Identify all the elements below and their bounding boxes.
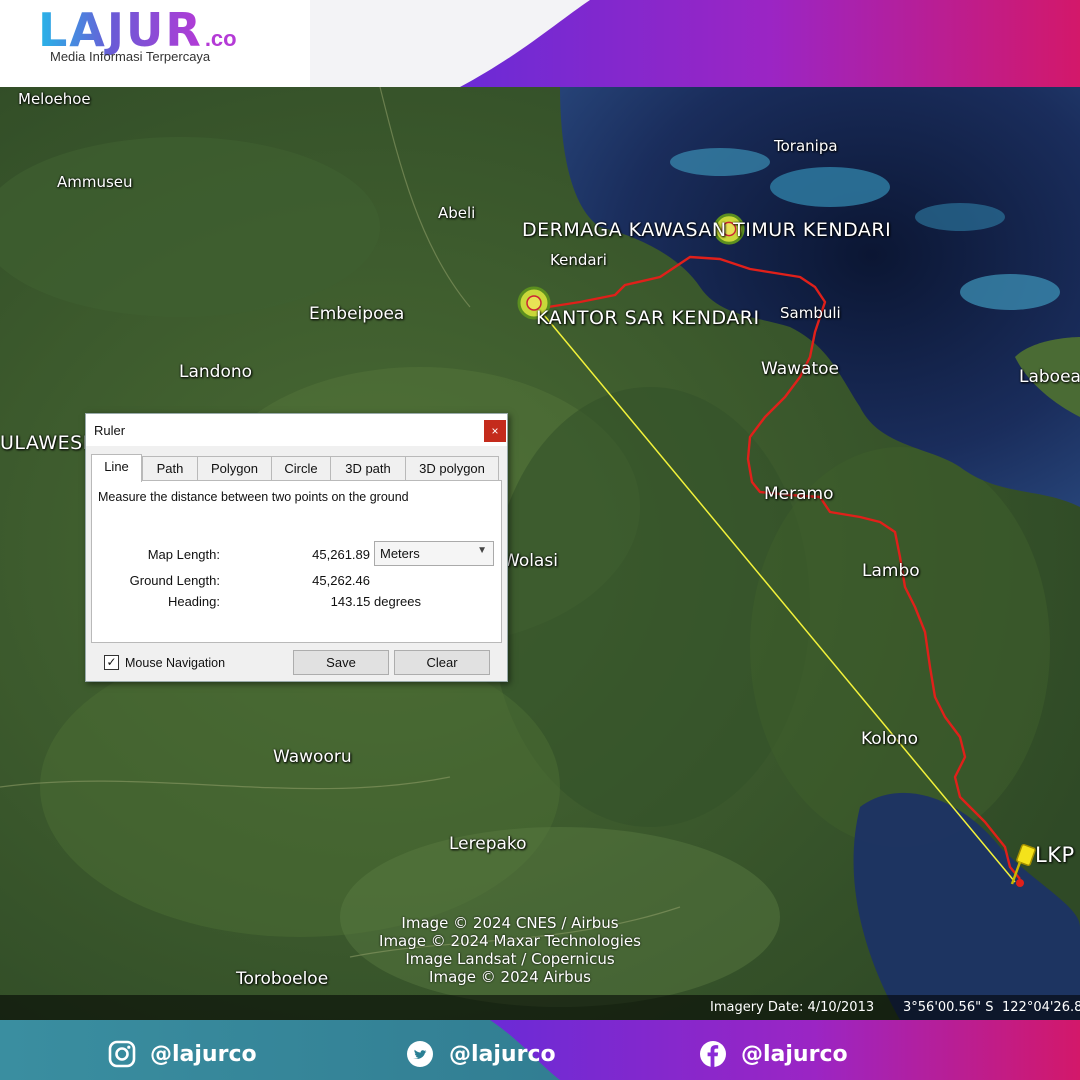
credit-line: Image © 2024 CNES / Airbus xyxy=(401,914,619,932)
map-status-bar: Imagery Date: 4/10/2013 3°56'00.56" S 12… xyxy=(0,995,1080,1020)
place-dermaga-kawasan-timur-kendari: DERMAGA KAWASAN TIMUR KENDARI xyxy=(522,219,892,241)
satellite-map[interactable]: Meloehoe Ammuseu Abeli Toranipa DERMAGA … xyxy=(0,87,1080,1020)
ground-length-label: Ground Length: xyxy=(129,573,220,588)
place-lambo: Lambo xyxy=(862,561,920,581)
instagram-icon xyxy=(108,1040,136,1068)
clear-button[interactable]: Clear xyxy=(394,650,490,675)
ruler-title: Ruler xyxy=(94,423,126,438)
unit-select[interactable]: Meters ▼ xyxy=(374,541,494,566)
tab-3d-path[interactable]: 3D path xyxy=(330,456,406,481)
ground-length-value: 45,262.46 xyxy=(312,573,370,588)
place-ammuseu: Ammuseu xyxy=(57,173,133,191)
map-length-value: 45,261.89 xyxy=(312,547,370,562)
lajur-logo[interactable]: LAJUR.co xyxy=(38,6,237,54)
ruler-tabs: Line Path Polygon Circle 3D path 3D poly… xyxy=(91,454,501,482)
twitter-handle: @lajurco xyxy=(449,1041,556,1067)
place-lkp: LKP xyxy=(1035,843,1075,867)
place-embeipoea: Embeipoea xyxy=(309,304,405,324)
tab-line[interactable]: Line xyxy=(91,454,142,482)
facebook-link[interactable]: @lajurco xyxy=(699,1040,848,1068)
longitude-readout: 122°04'26.8 xyxy=(1002,1000,1080,1015)
place-kolono: Kolono xyxy=(861,729,919,749)
place-meramo: Meramo xyxy=(764,484,834,504)
place-landono: Landono xyxy=(179,362,253,382)
place-meloehoe: Meloehoe xyxy=(18,90,91,108)
chevron-down-icon: ▼ xyxy=(477,545,487,556)
imagery-date: Imagery Date: 4/10/2013 xyxy=(710,1000,875,1015)
logo-suffix: .co xyxy=(204,26,237,51)
place-lerepako: Lerepako xyxy=(449,834,527,854)
place-laboea: Laboea xyxy=(1019,367,1080,387)
site-header: LAJUR.co Media Informasi Terpercaya xyxy=(0,0,1080,87)
tab-3d-polygon[interactable]: 3D polygon xyxy=(405,456,499,481)
ruler-dialog: Ruler × Line Path Polygon Circle 3D path… xyxy=(85,413,508,682)
instagram-link[interactable]: @lajurco xyxy=(108,1040,257,1068)
place-sambuli: Sambuli xyxy=(780,304,841,322)
credit-line: Image Landsat / Copernicus xyxy=(405,950,615,968)
save-button[interactable]: Save xyxy=(293,650,389,675)
ruler-description: Measure the distance between two points … xyxy=(98,490,409,504)
place-kendari: Kendari xyxy=(550,251,607,269)
heading-value: 143.15 degrees xyxy=(330,594,421,609)
twitter-icon xyxy=(407,1041,433,1067)
imagery-credits: Image © 2024 CNES / Airbus Image © 2024 … xyxy=(0,914,1020,986)
credit-line: Image © 2024 Airbus xyxy=(429,968,591,986)
social-footer: @lajurco @lajurco @lajurco xyxy=(0,1020,1080,1080)
place-sulawesi: ULAWESI xyxy=(0,432,89,454)
map-length-label: Map Length: xyxy=(147,547,220,562)
place-wawooru: Wawooru xyxy=(273,747,352,767)
latitude-readout: 3°56'00.56" S xyxy=(903,1000,994,1015)
credit-line: Image © 2024 Maxar Technologies xyxy=(379,932,641,950)
place-kantor-sar-kendari: KANTOR SAR KENDARI xyxy=(536,307,760,329)
tab-circle[interactable]: Circle xyxy=(271,456,331,481)
facebook-icon xyxy=(700,1041,726,1067)
facebook-handle: @lajurco xyxy=(741,1041,848,1067)
instagram-handle: @lajurco xyxy=(150,1041,257,1067)
heading-label: Heading: xyxy=(167,594,220,609)
ruler-line-panel: Measure the distance between two points … xyxy=(91,480,502,643)
tab-path[interactable]: Path xyxy=(142,456,198,481)
place-abeli: Abeli xyxy=(438,204,476,222)
twitter-link[interactable]: @lajurco xyxy=(405,1040,556,1068)
mouse-navigation-checkbox[interactable]: ✓ xyxy=(104,655,119,670)
close-button[interactable]: × xyxy=(484,420,506,442)
logo-tagline: Media Informasi Terpercaya xyxy=(50,49,211,64)
place-wawatoe: Wawatoe xyxy=(761,359,839,379)
tab-polygon[interactable]: Polygon xyxy=(197,456,272,481)
unit-select-value: Meters xyxy=(380,546,420,561)
place-wolasi: Wolasi xyxy=(503,551,558,571)
ruler-title-bar[interactable]: Ruler × xyxy=(86,414,507,446)
mouse-navigation-label[interactable]: Mouse Navigation xyxy=(125,656,225,670)
place-toranipa: Toranipa xyxy=(774,137,838,155)
